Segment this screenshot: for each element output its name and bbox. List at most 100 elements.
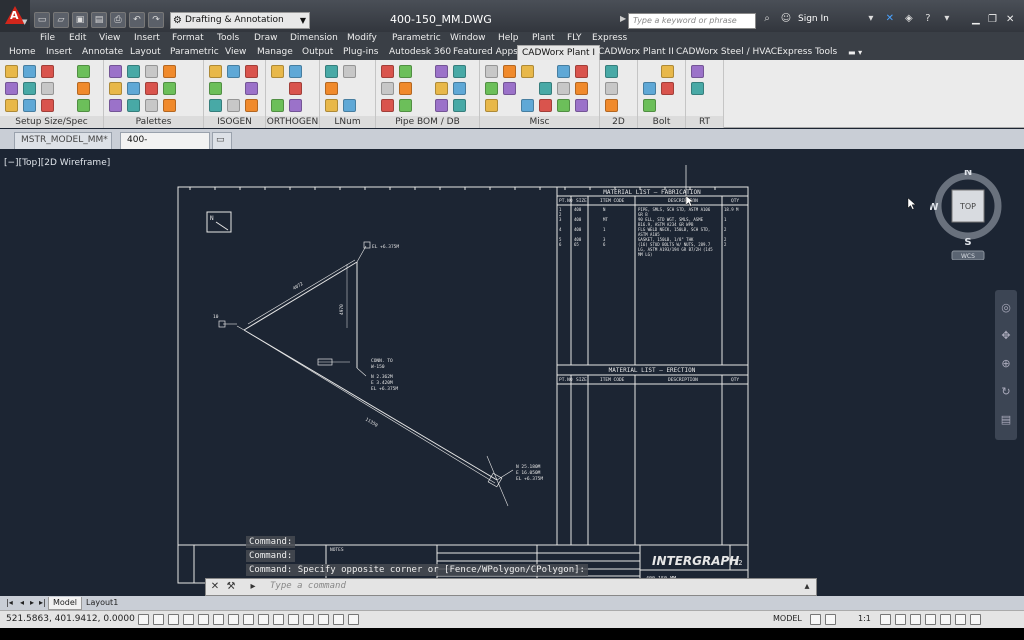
- sign-in-link[interactable]: Sign In: [798, 14, 829, 24]
- ortho-mode-icon[interactable]: [183, 614, 194, 625]
- ribbon-tool-icon[interactable]: [289, 82, 302, 95]
- ribbon-tool-icon[interactable]: [109, 65, 122, 78]
- ribbon-tool-icon[interactable]: [127, 65, 140, 78]
- redo-icon[interactable]: ↷: [148, 12, 164, 28]
- ribbon-tool-icon[interactable]: [557, 99, 570, 112]
- doc-tab-mstr-model[interactable]: MSTR_MODEL_MM*: [14, 132, 112, 149]
- tab-manage[interactable]: Manage: [257, 45, 293, 60]
- ribbon-tool-icon[interactable]: [605, 82, 618, 95]
- menu-format[interactable]: Format: [172, 32, 204, 45]
- ribbon-tool-icon[interactable]: [661, 82, 674, 95]
- ribbon-tool-icon[interactable]: [485, 65, 498, 78]
- menu-insert[interactable]: Insert: [134, 32, 160, 45]
- orbit-icon[interactable]: ↻: [998, 384, 1014, 400]
- annotation-monitor-icon[interactable]: [348, 614, 359, 625]
- selection-cycling-icon[interactable]: [333, 614, 344, 625]
- menu-parametric[interactable]: Parametric: [392, 32, 441, 45]
- drawing-canvas[interactable]: [−][Top][2D Wireframe] MATERIAL LIST — F…: [0, 150, 1024, 596]
- ribbon-tool-icon[interactable]: [5, 99, 18, 112]
- menu-express[interactable]: Express: [592, 32, 627, 45]
- tab-view[interactable]: View: [225, 45, 246, 60]
- ribbon-tool-icon[interactable]: [227, 99, 240, 112]
- ribbon-tool-icon[interactable]: [343, 99, 356, 112]
- ribbon-tool-icon[interactable]: [575, 82, 588, 95]
- ribbon-tool-icon[interactable]: [145, 99, 158, 112]
- ribbon-tool-icon[interactable]: [557, 82, 570, 95]
- ribbon-tool-icon[interactable]: [381, 82, 394, 95]
- tab-nav-first-icon[interactable]: |◂: [2, 597, 17, 610]
- menu-help[interactable]: Help: [498, 32, 519, 45]
- ribbon-tool-icon[interactable]: [381, 99, 394, 112]
- ribbon-tool-icon[interactable]: [435, 65, 448, 78]
- ribbon-tool-icon[interactable]: [77, 82, 90, 95]
- help-icon[interactable]: ?: [921, 12, 935, 26]
- ribbon-tool-icon[interactable]: [77, 99, 90, 112]
- viewcube[interactable]: TOP N S W WCS: [927, 167, 1010, 261]
- menu-draw[interactable]: Draw: [254, 32, 278, 45]
- dynamic-ucs-icon[interactable]: [258, 614, 269, 625]
- new-file-icon[interactable]: ▭: [34, 12, 50, 28]
- quick-properties-icon[interactable]: [318, 614, 329, 625]
- menu-file[interactable]: File: [40, 32, 55, 45]
- tab-layout1[interactable]: Layout1: [82, 597, 122, 610]
- ribbon-tool-icon[interactable]: [503, 65, 516, 78]
- menu-edit[interactable]: Edit: [69, 32, 86, 45]
- chevron-up-icon[interactable]: ▴: [800, 580, 814, 594]
- menu-dimension[interactable]: Dimension: [290, 32, 338, 45]
- save-icon[interactable]: ▣: [72, 12, 88, 28]
- lineweight-icon[interactable]: [288, 614, 299, 625]
- ribbon-tool-icon[interactable]: [605, 65, 618, 78]
- ribbon-tool-icon[interactable]: [23, 99, 36, 112]
- ribbon-tool-icon[interactable]: [503, 82, 516, 95]
- ribbon-tool-icon[interactable]: [145, 82, 158, 95]
- ribbon-tool-icon[interactable]: [227, 65, 240, 78]
- search-input[interactable]: Type a keyword or phrase: [628, 13, 756, 29]
- ribbon-tool-icon[interactable]: [109, 99, 122, 112]
- polar-tracking-icon[interactable]: [198, 614, 209, 625]
- ribbon-tool-icon[interactable]: [399, 99, 412, 112]
- ribbon-tool-icon[interactable]: [23, 65, 36, 78]
- ribbon-tool-icon[interactable]: [325, 99, 338, 112]
- ribbon-options-icon[interactable]: ▬ ▾: [848, 45, 862, 60]
- tab-plug-ins[interactable]: Plug-ins: [343, 45, 379, 60]
- compass-south[interactable]: S: [964, 237, 971, 248]
- chevron-down-icon[interactable]: ▾: [940, 12, 954, 26]
- tab-annotate[interactable]: Annotate: [82, 45, 123, 60]
- ribbon-tool-icon[interactable]: [605, 99, 618, 112]
- tab-layout[interactable]: Layout: [130, 45, 161, 60]
- ribbon-tool-icon[interactable]: [245, 99, 258, 112]
- ribbon-tool-icon[interactable]: [289, 65, 302, 78]
- ribbon-tool-icon[interactable]: [575, 65, 588, 78]
- ribbon-tool-icon[interactable]: [381, 65, 394, 78]
- ribbon-tool-icon[interactable]: [399, 82, 412, 95]
- ribbon-tool-icon[interactable]: [343, 65, 356, 78]
- ribbon-tool-icon[interactable]: [163, 82, 176, 95]
- auto-scale-icon[interactable]: [895, 614, 906, 625]
- ribbon-tool-icon[interactable]: [661, 65, 674, 78]
- ribbon-tool-icon[interactable]: [109, 82, 122, 95]
- annotation-visibility-icon[interactable]: [880, 614, 891, 625]
- quick-view-drawings-icon[interactable]: [825, 614, 836, 625]
- compass-west[interactable]: W: [927, 202, 939, 213]
- doc-tab-400-150[interactable]: 400-150_MM*✕: [120, 132, 210, 160]
- ribbon-tool-icon[interactable]: [485, 82, 498, 95]
- ribbon-tool-icon[interactable]: [127, 82, 140, 95]
- ribbon-tool-icon[interactable]: [485, 99, 498, 112]
- ribbon-tool-icon[interactable]: [163, 99, 176, 112]
- 3d-object-snap-icon[interactable]: [228, 614, 239, 625]
- tab-featured-apps[interactable]: Featured Apps: [453, 45, 518, 60]
- ribbon-tool-icon[interactable]: [691, 82, 704, 95]
- user-icon[interactable]: ☺: [779, 12, 793, 26]
- ribbon-tool-icon[interactable]: [41, 65, 54, 78]
- ribbon-tool-icon[interactable]: [557, 65, 570, 78]
- workspace-switch-icon[interactable]: [910, 614, 921, 625]
- menu-view[interactable]: View: [99, 32, 120, 45]
- ribbon-tool-icon[interactable]: [539, 99, 552, 112]
- ribbon-tool-icon[interactable]: [77, 65, 90, 78]
- menu-fly[interactable]: FLY: [567, 32, 582, 45]
- ribbon-tool-icon[interactable]: [41, 99, 54, 112]
- coordinates-readout[interactable]: 521.5863, 401.9412, 0.0000: [6, 614, 135, 624]
- ribbon-tool-icon[interactable]: [271, 99, 284, 112]
- undo-icon[interactable]: ↶: [129, 12, 145, 28]
- model-space-toggle[interactable]: MODEL: [773, 614, 802, 623]
